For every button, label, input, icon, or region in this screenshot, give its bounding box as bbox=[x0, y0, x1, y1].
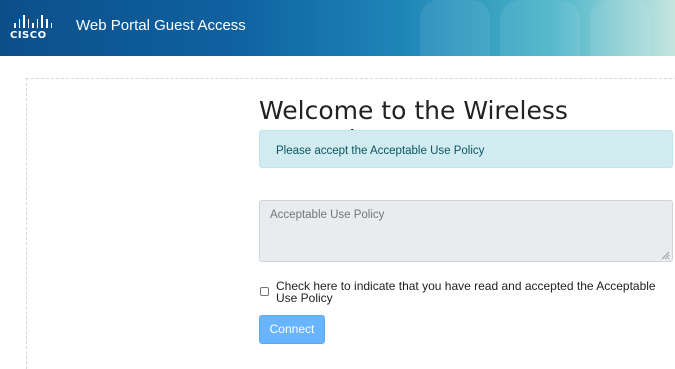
cisco-logo: CISCO bbox=[10, 14, 53, 44]
accept-checkbox-label[interactable]: Check here to indicate that you have rea… bbox=[276, 280, 673, 304]
portal-title: Web Portal Guest Access bbox=[76, 17, 246, 34]
cisco-wordmark: CISCO bbox=[10, 30, 47, 41]
accept-checkbox[interactable] bbox=[260, 287, 269, 296]
header-decoration bbox=[420, 0, 490, 56]
connect-button[interactable]: Connect bbox=[259, 315, 325, 344]
header-decoration bbox=[500, 0, 580, 56]
aup-textarea[interactable] bbox=[259, 200, 673, 262]
accept-row: Check here to indicate that you have rea… bbox=[259, 280, 673, 304]
resize-grip-icon[interactable] bbox=[660, 250, 670, 260]
header-decoration bbox=[590, 0, 650, 56]
header-bar: CISCO Web Portal Guest Access bbox=[0, 0, 675, 56]
cisco-bars-icon bbox=[14, 14, 53, 28]
info-alert: Please accept the Acceptable Use Policy bbox=[259, 130, 673, 168]
